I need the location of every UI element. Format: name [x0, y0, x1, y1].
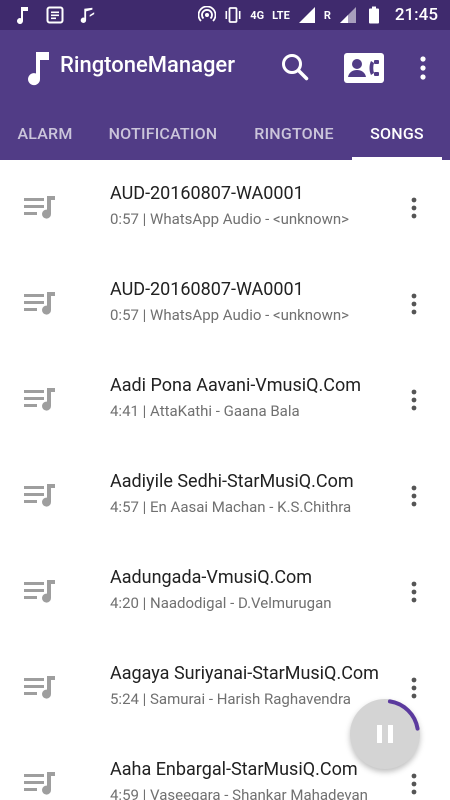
- song-menu-button[interactable]: [402, 482, 426, 510]
- song-menu-button[interactable]: [402, 386, 426, 414]
- more-vert-icon: [411, 389, 417, 411]
- queue-music-icon: [22, 482, 58, 510]
- contact-ringtone-button[interactable]: [340, 48, 388, 88]
- song-title: Aadi Pona Aavani-VmusiQ.Com: [110, 375, 362, 396]
- status-bar-right: 4G LTE R 21:45: [198, 5, 438, 25]
- song-details: 5:24 | Samurai - Harish Raghavendra: [110, 690, 351, 708]
- more-vert-icon: [411, 485, 417, 507]
- music-note-icon: [14, 6, 32, 24]
- playback-progress-ring: [387, 699, 420, 731]
- more-vert-icon: [411, 293, 417, 315]
- tab-notification[interactable]: NOTIFICATION: [90, 107, 236, 160]
- status-bar-time: 21:45: [394, 5, 438, 25]
- song-details: 0:57 | WhatsApp Audio - <unknown>: [110, 306, 349, 324]
- list-item[interactable]: Aadi Pona Aavani-VmusiQ.Com 4:41 | AttaK…: [0, 352, 450, 448]
- tab-songs[interactable]: SONGS: [352, 107, 442, 160]
- more-vert-icon: [411, 677, 417, 699]
- song-details: 4:41 | AttaKathi - Gaana Bala: [110, 402, 300, 420]
- status-bar-left: [14, 6, 96, 24]
- queue-music-icon: [22, 194, 58, 222]
- signal-icon: [298, 6, 316, 24]
- list-item[interactable]: Aadungada-VmusiQ.Com 4:20 | Naadodigal -…: [0, 544, 450, 640]
- song-title: AUD-20160807-WA0001: [110, 183, 304, 204]
- song-menu-button[interactable]: [402, 194, 426, 222]
- song-menu-button[interactable]: [402, 770, 426, 798]
- more-vert-icon: [411, 581, 417, 603]
- music-app-icon: [78, 6, 96, 24]
- app-bar: RingtoneManager: [0, 30, 450, 107]
- queue-music-icon: [22, 290, 58, 318]
- more-vert-icon: [411, 197, 417, 219]
- tab-alarm[interactable]: ALARM: [0, 107, 90, 160]
- search-button[interactable]: [276, 48, 314, 86]
- message-icon: [46, 6, 64, 24]
- queue-music-icon: [22, 674, 58, 702]
- status-bar: 4G LTE R 21:45: [0, 0, 450, 30]
- music-note-icon: [24, 49, 52, 87]
- tab-bar: ALARM NOTIFICATION RINGTONE SONGS: [0, 107, 450, 160]
- network-small-label: 4G: [250, 8, 265, 22]
- signal-icon: [339, 6, 357, 24]
- song-menu-button[interactable]: [402, 578, 426, 606]
- song-title: Aadiyile Sedhi-StarMusiQ.Com: [110, 471, 354, 492]
- more-vert-icon: [411, 773, 417, 795]
- song-details: 4:57 | En Aasai Machan - K.S.Chithra: [110, 498, 352, 516]
- roaming-label: R: [323, 8, 331, 22]
- list-item[interactable]: AUD-20160807-WA0001 0:57 | WhatsApp Audi…: [0, 160, 450, 256]
- hotspot-icon: [198, 6, 217, 24]
- song-details: 0:57 | WhatsApp Audio - <unknown>: [110, 210, 349, 228]
- song-title: Aagaya Suriyanai-StarMusiQ.Com: [110, 663, 379, 684]
- overflow-menu-button[interactable]: [408, 48, 438, 88]
- play-pause-button[interactable]: [350, 699, 420, 769]
- queue-music-icon: [22, 386, 58, 414]
- app-title: RingtoneManager: [60, 53, 235, 78]
- song-title: AUD-20160807-WA0001: [110, 279, 304, 300]
- queue-music-icon: [22, 578, 58, 606]
- list-item[interactable]: AUD-20160807-WA0001 0:57 | WhatsApp Audi…: [0, 256, 450, 352]
- song-menu-button[interactable]: [402, 290, 426, 318]
- more-vert-icon: [420, 56, 426, 80]
- contact-icon: [344, 53, 384, 83]
- song-details: 4:20 | Naadodigal - D.Velmurugan: [110, 594, 332, 612]
- song-details: 4:59 | Vaseegara - Shankar Mahadevan: [110, 786, 368, 800]
- vibrate-icon: [224, 6, 242, 24]
- song-title: Aadungada-VmusiQ.Com: [110, 567, 313, 588]
- tab-ringtone[interactable]: RINGTONE: [236, 107, 352, 160]
- search-icon: [282, 54, 309, 81]
- song-menu-button[interactable]: [402, 674, 426, 702]
- network-type-label: LTE: [272, 8, 290, 22]
- battery-icon: [365, 6, 383, 24]
- queue-music-icon: [22, 770, 58, 798]
- list-item[interactable]: Aadiyile Sedhi-StarMusiQ.Com 4:57 | En A…: [0, 448, 450, 544]
